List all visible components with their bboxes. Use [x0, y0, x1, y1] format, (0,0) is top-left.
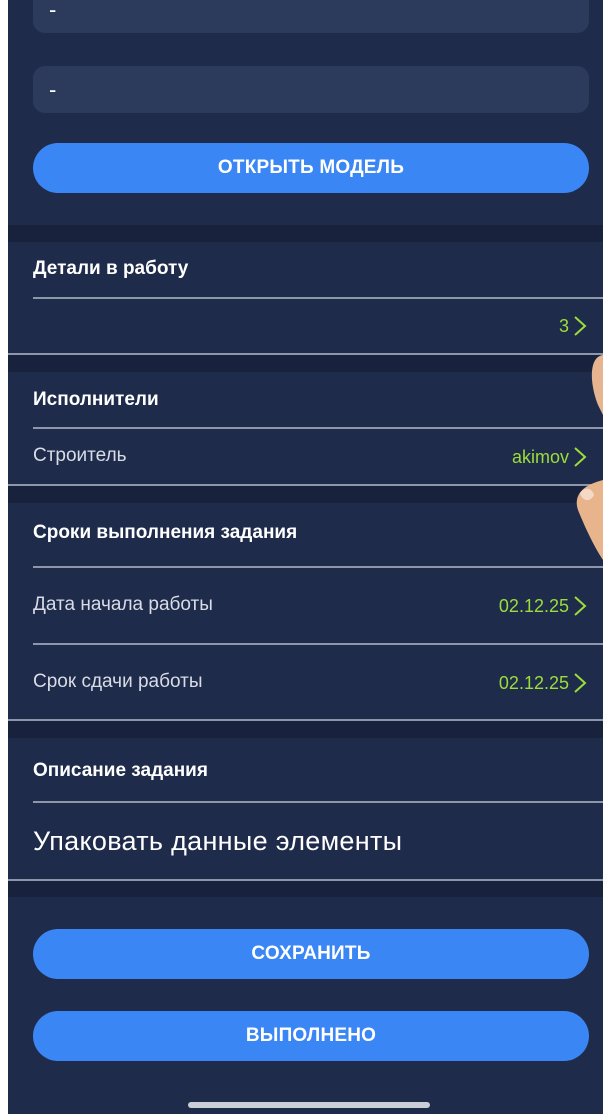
chevron-right-icon	[574, 447, 587, 467]
builder-label: Строитель	[33, 445, 127, 466]
section-separator	[8, 881, 603, 897]
builder-value: akimov	[511, 447, 569, 467]
text-field-1[interactable]: -	[33, 0, 589, 33]
section-separator	[8, 486, 603, 503]
performers-heading: Исполнители	[33, 389, 159, 410]
due-date-row[interactable]: Срок сдачи работы 02.12.25	[8, 645, 603, 719]
description-heading: Описание задания	[33, 760, 208, 781]
parts-count: 3	[558, 316, 569, 336]
home-indicator	[188, 1102, 430, 1108]
save-button[interactable]: СОХРАНИТЬ	[33, 929, 589, 979]
start-date-label: Дата начала работы	[33, 594, 213, 615]
open-model-button[interactable]: ОТКРЫТЬ МОДЕЛЬ	[33, 143, 589, 193]
text-field-2[interactable]: -	[33, 66, 589, 113]
start-date-row[interactable]: Дата начала работы 02.12.25	[8, 568, 603, 643]
builder-row[interactable]: Строитель akimov	[8, 429, 603, 484]
section-separator	[8, 225, 603, 242]
done-button[interactable]: ВЫПОЛНЕНО	[33, 1011, 589, 1061]
due-date-value: 02.12.25	[498, 673, 569, 693]
due-date-label: Срок сдачи работы	[33, 671, 203, 692]
description-text[interactable]: Упаковать данные элементы	[33, 826, 402, 857]
parts-row[interactable]: 3	[8, 299, 603, 353]
chevron-right-icon	[574, 673, 587, 693]
section-separator	[8, 721, 603, 738]
start-date-value: 02.12.25	[498, 596, 569, 616]
chevron-right-icon	[574, 596, 587, 616]
deadlines-heading: Сроки выполнения задания	[33, 522, 298, 543]
parts-heading: Детали в работу	[33, 258, 189, 279]
divider	[33, 801, 603, 803]
chevron-right-icon	[574, 316, 587, 336]
section-separator	[8, 355, 603, 372]
task-screen: - - ОТКРЫТЬ МОДЕЛЬ Детали в работу 3 Исп…	[8, 0, 603, 1114]
